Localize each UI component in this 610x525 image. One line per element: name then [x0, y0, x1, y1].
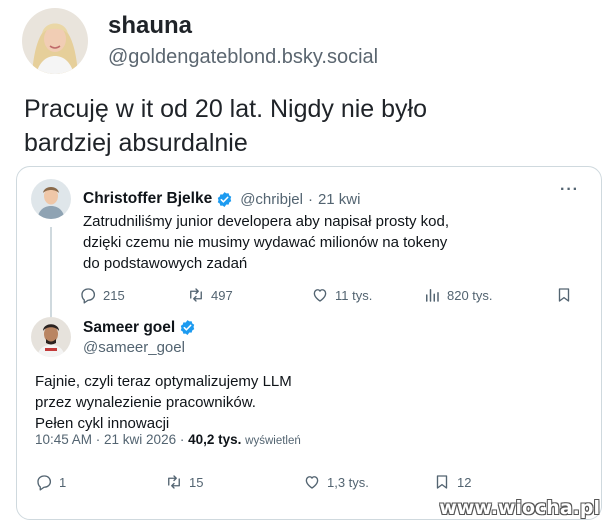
heart-icon	[313, 289, 327, 302]
avatar[interactable]	[31, 317, 71, 357]
separator-dot: ·	[307, 190, 313, 208]
reply-icon	[81, 288, 96, 304]
post-display-name[interactable]: shauna	[108, 11, 378, 41]
tweet-text-line: do podstawowych zadań	[83, 255, 248, 272]
reply-display-name[interactable]: Sameer goel	[83, 319, 175, 337]
reply-handle[interactable]: @sameer_goel	[83, 339, 196, 356]
quoted-tweet-card[interactable]: Christoffer Bjelke @chribjel · 21 kwi ··…	[16, 166, 602, 520]
tweet-handle[interactable]: @chribjel	[240, 191, 303, 208]
reply-count: 215	[103, 287, 125, 303]
tweet-actions: 215 497 11 tys. 820 tys.	[17, 285, 601, 305]
reply-header: Sameer goel @sameer_goel	[31, 317, 196, 357]
bookmark-icon	[436, 475, 448, 489]
retweet-icon	[168, 475, 180, 489]
analytics-icon	[426, 289, 439, 302]
reply-icon	[37, 475, 52, 491]
verified-badge-icon	[180, 320, 195, 335]
like-button[interactable]: 11 tys.	[311, 286, 372, 304]
reply-actions: 1 15 1,3 tys. 12	[17, 472, 601, 492]
tweet-display-name[interactable]: Christoffer Bjelke	[83, 190, 212, 208]
reply-views-count: 40,2 tys.	[188, 432, 242, 447]
reply-timestamp[interactable]: 10:45 AM · 21 kwi 2026 ·	[35, 432, 184, 447]
avatar[interactable]	[22, 8, 88, 74]
tweet-text: Zatrudniliśmy junior developera aby napi…	[83, 211, 449, 274]
retweet-count: 15	[189, 474, 204, 490]
reply-text-line: przez wynalezienie pracowników.	[35, 394, 256, 411]
views-button[interactable]: 820 tys.	[423, 286, 493, 304]
bookmark-button[interactable]: 12	[433, 473, 471, 491]
reply-count: 1	[59, 474, 67, 490]
avatar[interactable]	[31, 179, 71, 219]
like-count: 11 tys.	[335, 287, 373, 303]
retweet-button[interactable]: 497	[187, 286, 233, 304]
like-count: 1,3 tys.	[327, 474, 369, 490]
bookmark-icon	[558, 288, 570, 302]
heart-icon	[305, 476, 319, 489]
bookmark-button[interactable]	[555, 286, 579, 304]
more-options-icon[interactable]: ···	[560, 181, 579, 199]
site-watermark: www.wiocha.pl	[439, 497, 600, 519]
post-header: shauna @goldengateblond.bsky.social	[22, 8, 378, 74]
post-text-line: Pracuję w it od 20 lat. Nigdy nie było	[24, 95, 427, 123]
reply-meta: 10:45 AM · 21 kwi 2026 · 40,2 tys. wyświ…	[35, 432, 301, 447]
verified-badge-icon	[217, 191, 232, 207]
reply-text-line: Fajnie, czyli teraz optymalizujemy LLM	[35, 373, 292, 390]
retweet-icon	[190, 288, 202, 302]
bookmark-count: 12	[457, 474, 472, 490]
reply-views-label: wyświetleń	[245, 435, 301, 447]
views-count: 820 tys.	[447, 287, 493, 303]
tweet-time[interactable]: 21 kwi	[318, 191, 361, 208]
retweet-button[interactable]: 15	[165, 473, 203, 491]
reply-text-line: Pełen cykl innowacji	[35, 415, 170, 432]
post-handle[interactable]: @goldengateblond.bsky.social	[108, 43, 378, 71]
tweet-text-line: Zatrudniliśmy junior developera aby napi…	[83, 213, 450, 230]
post-text-line: bardziej absurdalnie	[24, 129, 248, 157]
tweet-text-line: dzięki czemu nie musimy wydawać milionów…	[83, 234, 448, 251]
reply-text: Fajnie, czyli teraz optymalizujemy LLM p…	[35, 371, 292, 434]
like-button[interactable]: 1,3 tys.	[303, 473, 369, 491]
retweet-count: 497	[211, 287, 233, 303]
post-text: Pracuję w it od 20 lat. Nigdy nie było b…	[24, 92, 584, 160]
reply-button[interactable]: 215	[79, 286, 125, 304]
reply-button[interactable]: 1	[35, 473, 66, 491]
